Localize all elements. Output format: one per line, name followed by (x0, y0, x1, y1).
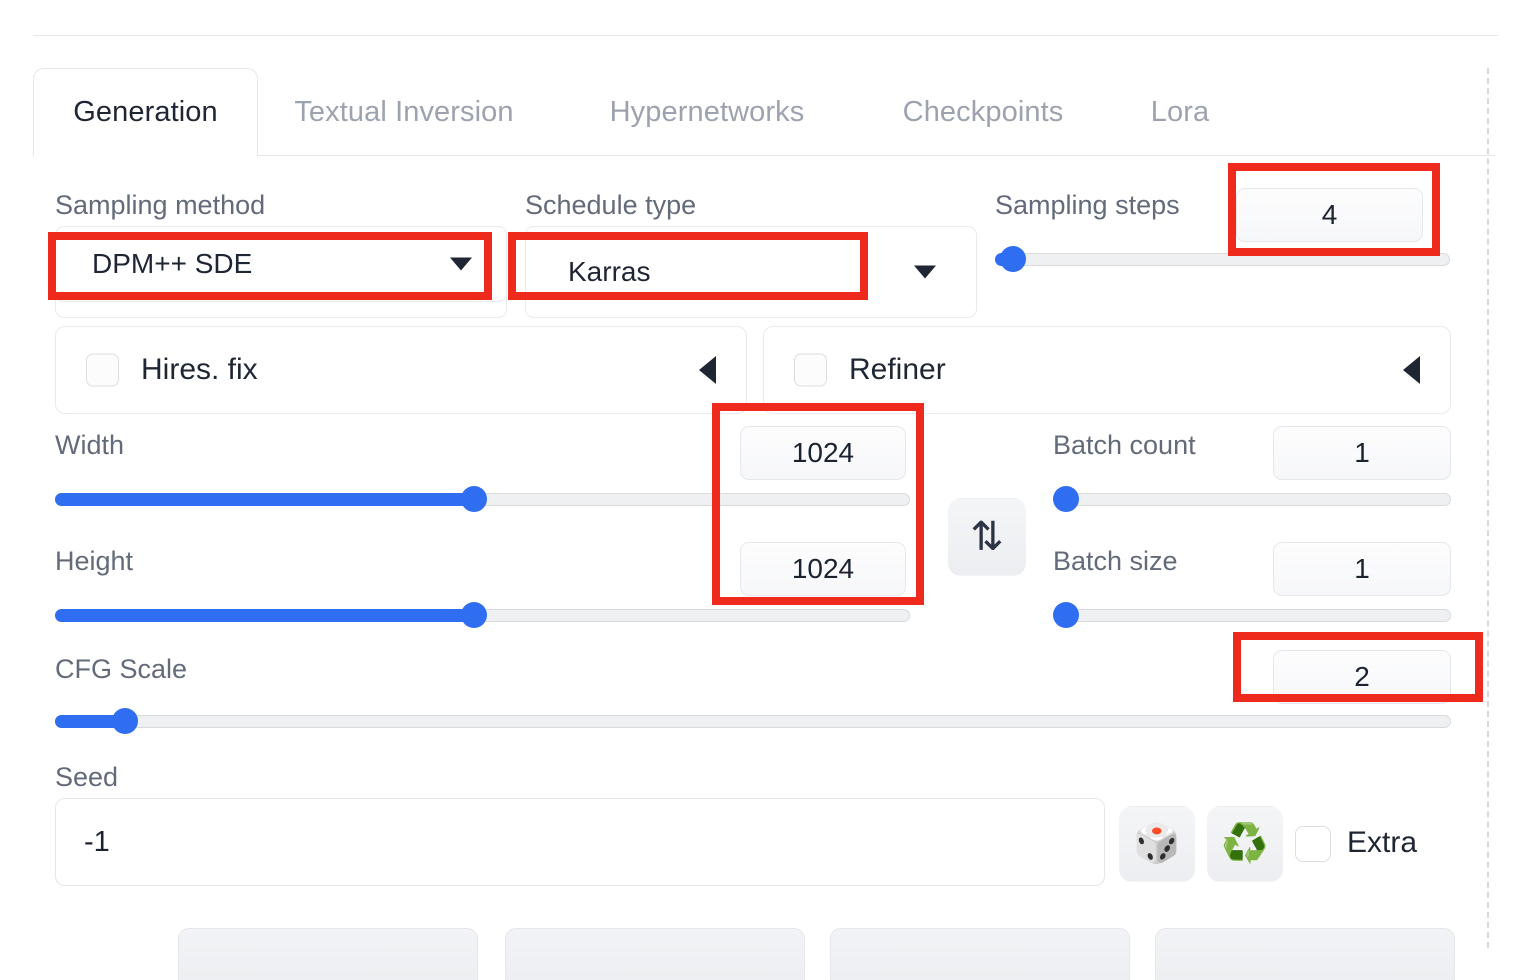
sampling-steps-label: Sampling steps (995, 190, 1180, 220)
schedule-type-label: Schedule type (525, 190, 697, 220)
seed-input[interactable]: -1 (55, 798, 1105, 886)
cfg-scale-label: CFG Scale (55, 654, 188, 684)
sampling-method-label: Sampling method (55, 190, 266, 220)
refiner-collapse-arrow-icon[interactable] (1403, 356, 1420, 384)
batch-count-number: 1 (1354, 437, 1370, 468)
top-divider (33, 35, 1498, 36)
batch-size-slider[interactable] (1053, 602, 1451, 628)
recycle-icon: ♻️ (1221, 823, 1269, 865)
screenshot-root: Generation Textual Inversion Hypernetwor… (0, 0, 1532, 980)
height-value[interactable]: 1024 (740, 542, 906, 596)
slider-track (1053, 493, 1451, 506)
slider-knob[interactable] (1000, 246, 1027, 272)
sampling-steps-number: 4 (1321, 199, 1338, 230)
tab-textual-inversion[interactable]: Textual Inversion (273, 68, 535, 156)
batch-count-value[interactable]: 1 (1273, 426, 1451, 480)
tab-lora[interactable]: Lora (1125, 68, 1235, 156)
sampling-method-value: DPM++ SDE (92, 248, 253, 279)
slider-knob[interactable] (460, 486, 487, 512)
slider-track (55, 715, 1451, 728)
slider-fill (55, 609, 474, 622)
slider-track (1053, 609, 1451, 622)
hires-fix-label: Hires. fix (141, 353, 258, 386)
random-seed-button[interactable]: 🎲 (1119, 806, 1195, 882)
slider-track (995, 253, 1450, 266)
cfg-scale-slider[interactable] (55, 708, 1451, 734)
cfg-scale-number: 2 (1354, 661, 1370, 692)
sampling-steps-value[interactable]: 4 (1236, 188, 1423, 242)
tab-hypernetworks-label: Hypernetworks (609, 95, 805, 128)
tab-bar: Generation Textual Inversion Hypernetwor… (33, 68, 1495, 157)
tab-generation[interactable]: Generation (33, 68, 258, 157)
reuse-seed-button[interactable]: ♻️ (1207, 806, 1283, 882)
tab-lora-label: Lora (1150, 95, 1210, 128)
seed-value: -1 (84, 825, 110, 858)
batch-size-label: Batch size (1053, 546, 1178, 576)
batch-size-value[interactable]: 1 (1273, 542, 1451, 596)
swap-dimensions-button[interactable]: ⇅ (948, 498, 1026, 576)
hires-fix-accordion[interactable]: Hires. fix (55, 326, 747, 414)
extra-checkbox[interactable] (1295, 826, 1331, 862)
schedule-type-dropdown[interactable]: Karras (531, 234, 971, 310)
width-number: 1024 (791, 437, 855, 468)
height-label: Height (55, 546, 134, 576)
refiner-label: Refiner (849, 353, 946, 386)
batch-count-slider[interactable] (1053, 486, 1451, 512)
hires-fix-checkbox[interactable] (86, 353, 119, 387)
width-value[interactable]: 1024 (740, 426, 906, 480)
chevron-down-icon[interactable] (450, 257, 472, 271)
slider-knob[interactable] (111, 708, 138, 734)
panel-resize-divider[interactable] (1487, 68, 1489, 948)
tab-generation-label: Generation (73, 96, 218, 128)
tab-checkpoints[interactable]: Checkpoints (873, 68, 1093, 156)
dice-icon: 🎲 (1133, 823, 1181, 865)
batch-size-number: 1 (1354, 553, 1370, 584)
tab-checkpoints-label: Checkpoints (902, 95, 1064, 128)
chevron-down-icon-2[interactable] (914, 265, 936, 279)
batch-count-label: Batch count (1053, 430, 1196, 460)
extra-label: Extra (1347, 826, 1418, 859)
hires-fix-collapse-arrow-icon[interactable] (699, 356, 716, 384)
width-label: Width (55, 430, 125, 460)
sampling-method-dropdown[interactable]: DPM++ SDE (55, 226, 507, 302)
cfg-scale-value[interactable]: 2 (1273, 650, 1451, 704)
bottom-button-4[interactable] (1155, 928, 1455, 980)
slider-fill (55, 493, 474, 506)
sampling-steps-slider[interactable] (995, 246, 1450, 272)
slider-knob[interactable] (1053, 486, 1079, 512)
slider-knob[interactable] (460, 602, 487, 628)
height-number: 1024 (791, 553, 855, 584)
width-slider[interactable] (55, 486, 910, 512)
tab-hypernetworks[interactable]: Hypernetworks (583, 68, 831, 156)
refiner-accordion[interactable]: Refiner (763, 326, 1451, 414)
schedule-type-value: Karras (568, 256, 651, 287)
tab-textual-inversion-label: Textual Inversion (294, 95, 514, 128)
swap-dimensions-icon: ⇅ (970, 514, 1004, 560)
slider-knob[interactable] (1053, 602, 1079, 628)
refiner-checkbox[interactable] (794, 353, 827, 387)
bottom-button-3[interactable] (830, 928, 1130, 980)
bottom-button-1[interactable] (178, 928, 478, 980)
bottom-button-2[interactable] (505, 928, 805, 980)
seed-label: Seed (55, 762, 119, 792)
generation-panel: Generation Textual Inversion Hypernetwor… (33, 68, 1495, 980)
height-slider[interactable] (55, 602, 910, 628)
